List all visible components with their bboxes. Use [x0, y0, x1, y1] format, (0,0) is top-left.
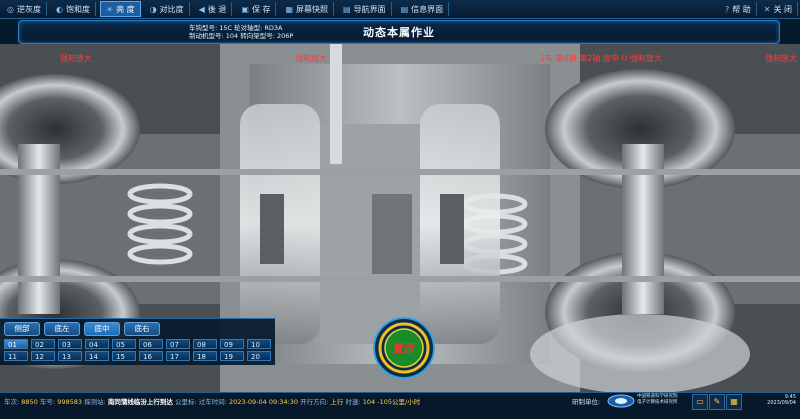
header-panel: 车钩型号: 15C 轮对轴型: RD3A 制动机型号: 104 转向架型号: 2…: [18, 20, 780, 44]
help-icon: ?: [724, 4, 730, 14]
toolbar-label: 帮 助: [732, 4, 751, 14]
zoom-tag-4: 强制放大: [765, 54, 797, 63]
toolbar: ◎ 逆灰度 ◐ 饱和度 ☀ 亮 度 ◑ 对比度 ◀ 後 退 ▣ 保 存 ▦ 屏幕快照 ▤ 导航界面 ▤ 信息界面?…: [0, 0, 800, 19]
speed: 104 -105公里/小时: [362, 398, 421, 406]
contrast-icon: ◑: [149, 4, 157, 14]
institute-name: 中国铁道科学研究院 电子计算技术研究所: [637, 394, 678, 405]
train-number: 8850: [21, 398, 38, 406]
frame-cell[interactable]: 09: [220, 339, 244, 349]
position-bottom-right-button[interactable]: 底右: [124, 322, 160, 336]
zoom-tag-2: 强制放大: [295, 54, 327, 63]
frame-cell[interactable]: 05: [112, 339, 136, 349]
page-title: 动态本属作业: [363, 26, 435, 39]
frame-cell[interactable]: 20: [247, 351, 271, 361]
frame-cell[interactable]: 06: [139, 339, 163, 349]
toolbar-label: 逆灰度: [16, 4, 41, 14]
frame-cell[interactable]: 07: [166, 339, 190, 349]
confirm-label: 复示: [392, 341, 415, 355]
close-icon: ✕: [763, 4, 771, 14]
toolbar-label: 导航界面: [353, 4, 386, 14]
zoom-tag-1: 强制放大: [60, 54, 92, 63]
toolbar-label: 保 存: [251, 4, 271, 14]
reverse-gray-icon: ◎: [7, 4, 14, 14]
toolbar-brightness-button[interactable]: ☀ 亮 度: [99, 1, 141, 17]
confirm-button[interactable]: 复示: [373, 317, 435, 379]
frame-cell[interactable]: 03: [58, 339, 82, 349]
toolbar-close-button[interactable]: ✕ 关 闭: [759, 2, 798, 16]
toolbar-label: 关 闭: [773, 4, 792, 14]
frame-cell[interactable]: 15: [112, 351, 136, 361]
toolbar-saturation-button[interactable]: ◐ 饱和度: [51, 2, 96, 16]
screenshot-icon: ▦: [285, 4, 294, 14]
frame-cell[interactable]: 11: [4, 351, 28, 361]
frame-cell[interactable]: 01: [4, 339, 28, 349]
toolbar-label: 信息界面: [411, 4, 444, 14]
position-bottom-center-button[interactable]: 底中: [84, 322, 120, 336]
toolbar-help-button[interactable]: ? 帮 助: [720, 2, 757, 16]
toolbar-label: 後 退: [207, 4, 227, 14]
back-icon: ◀: [198, 4, 205, 14]
frame-cell[interactable]: 12: [31, 351, 55, 361]
frame-cell[interactable]: 08: [193, 339, 217, 349]
institute-logo: [607, 394, 635, 408]
saturation-icon: ◐: [55, 4, 63, 14]
frame-grid: 01 02 03 04 05 06 07 08 09 10 11 12 13 14 15 16 17 18 19 20: [4, 339, 271, 361]
toolbar-reverse-gray-button[interactable]: ◎ 逆灰度: [2, 2, 47, 16]
folder-icon[interactable]: ▭: [692, 394, 708, 410]
frame-cell[interactable]: 16: [139, 351, 163, 361]
pass-time: 2023-09-04 09:34:30: [229, 398, 299, 406]
calculator-icon[interactable]: ▦: [726, 394, 742, 410]
brightness-icon: ☀: [105, 4, 114, 14]
toolbar-navigation-button[interactable]: ▤ 导航界面: [338, 2, 392, 16]
wrench-icon[interactable]: ✎: [709, 394, 725, 410]
direction: 上行: [330, 398, 344, 406]
position-panel: 侧部 底左 底中 底右 01 02 03 04 05 06 07 08 09 10 11 12 13 14…: [0, 318, 275, 365]
toolbar-label: 对比度: [159, 4, 184, 14]
position-bottom-left-button[interactable]: 底左: [44, 322, 80, 336]
toolbar-label: 屏幕快照: [296, 4, 329, 14]
save-icon: ▣: [241, 4, 249, 14]
toolbar-info-button[interactable]: ▤ 信息界面: [396, 2, 450, 16]
status-bar: 车次: 8850 车号: 998583 探测站: 南同蒲线临汾上行到达 公里标:…: [0, 392, 800, 419]
toolbar-label: 饱和度: [65, 4, 90, 14]
toolbar-back-button[interactable]: ◀ 後 退: [194, 2, 233, 16]
developer-label: 研制单位:: [572, 398, 601, 406]
zoom-tag-3: 1车 第4轴 第2轴 底中 U 强制放大: [540, 54, 662, 63]
frame-cell[interactable]: 13: [58, 351, 82, 361]
frame-cell[interactable]: 04: [85, 339, 109, 349]
navigation-icon: ▤: [343, 4, 351, 14]
toolbar-save-button[interactable]: ▣ 保 存: [236, 2, 277, 16]
vehicle-number: 998583: [57, 398, 83, 406]
toolbar-screenshot-button[interactable]: ▦ 屏幕快照: [280, 2, 335, 16]
station-name: 南同蒲线临汾上行到达: [107, 398, 173, 406]
clock: 9:45 2023/09/04: [767, 394, 796, 406]
toolbar-label: 亮 度: [116, 4, 135, 14]
train-info: 车次: 8850 车号: 998583 探测站: 南同蒲线临汾上行到达 公里标:…: [4, 398, 421, 406]
position-side-button[interactable]: 侧部: [4, 322, 40, 336]
frame-cell[interactable]: 02: [31, 339, 55, 349]
info-icon: ▤: [400, 4, 409, 14]
frame-cell[interactable]: 17: [166, 351, 190, 361]
frame-cell[interactable]: 14: [85, 351, 109, 361]
frame-cell[interactable]: 18: [193, 351, 217, 361]
toolbar-contrast-button[interactable]: ◑ 对比度: [145, 2, 190, 16]
frame-cell[interactable]: 10: [247, 339, 271, 349]
frame-cell[interactable]: 19: [220, 351, 244, 361]
